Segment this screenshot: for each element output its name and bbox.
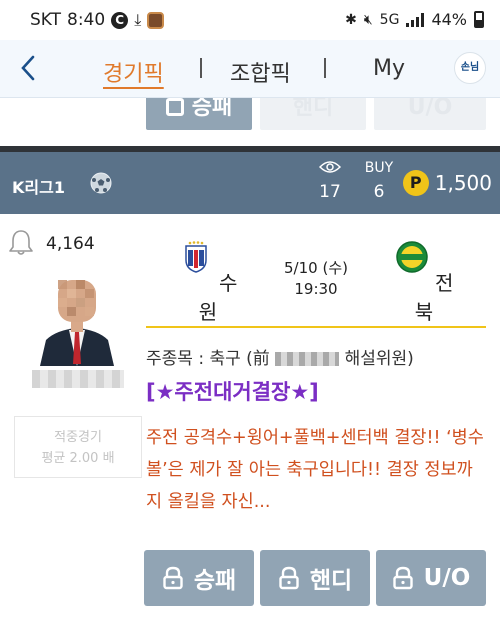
like-count: 4,164: [46, 234, 95, 254]
views-count: 17: [319, 182, 341, 202]
eye-icon: [310, 160, 350, 180]
handicap-label: 핸디: [309, 568, 353, 594]
league-label: K리그1: [12, 178, 65, 197]
status-right: ✱ 🔇︎ 5G 44%: [345, 10, 484, 29]
card-header: K리그1 17 BUY 6 P 1,500: [0, 152, 500, 214]
away-team: 전북: [394, 240, 454, 325]
lock-icon: [392, 566, 413, 590]
tab-my[interactable]: My: [373, 56, 405, 81]
bluetooth-icon: ✱: [345, 11, 357, 28]
hit-rate-label: 적중경기: [54, 430, 102, 445]
win-lose-label: 승패: [193, 568, 237, 594]
lock-icon: [163, 566, 183, 590]
prev-button-label: U/O: [407, 98, 453, 120]
tipster-avatar[interactable]: [36, 266, 118, 366]
signal-icon: [406, 12, 425, 27]
carrier-label: SKT: [30, 10, 62, 30]
mute-icon: 🔇︎: [363, 11, 373, 28]
tab-game-pick[interactable]: 경기픽: [103, 56, 164, 88]
tab-separator: [324, 58, 326, 78]
match-datetime: 5/10 (수) 19:30: [276, 258, 356, 300]
top-nav: 경기픽 조합픽 My 손님: [0, 40, 500, 98]
category-prefix: 주종목 : 축구 (前: [146, 349, 276, 369]
lock-icon: [279, 566, 299, 590]
network-type: 5G: [379, 11, 400, 28]
price: P 1,500: [402, 170, 492, 196]
bell-icon[interactable]: [8, 228, 34, 256]
over-under-button[interactable]: U/O: [376, 550, 486, 606]
over-under-label: U/O: [423, 565, 471, 591]
match-date: 5/10 (수): [284, 259, 348, 277]
tipster-name-blurred: [32, 370, 124, 388]
status-left: SKT 8:40 C ⤓: [30, 10, 165, 30]
prev-button-label: 핸디: [292, 98, 334, 120]
home-team: 수원: [178, 240, 238, 325]
away-team-emblem: [395, 241, 428, 273]
hit-rate-value: 평균 2.00 배: [41, 451, 115, 466]
point-coin-icon: P: [402, 170, 429, 196]
blurred-name: [275, 352, 340, 366]
price-value: 1,500: [434, 171, 492, 195]
gold-separator: [146, 326, 486, 328]
buy-count: 6: [373, 182, 385, 202]
prev-handicap-button[interactable]: 핸디: [260, 98, 366, 130]
buy-label: BUY: [364, 160, 394, 176]
hit-rate-box: 적중경기 평균 2.00 배: [14, 416, 142, 478]
tab-separator: [200, 58, 202, 78]
previous-card-fragment: 승패 핸디 U/O: [0, 98, 500, 146]
clock: 8:40: [67, 10, 106, 30]
prev-over-under-button[interactable]: U/O: [374, 98, 486, 130]
soccer-ball-icon: [90, 172, 112, 194]
status-bar: SKT 8:40 C ⤓ ✱ 🔇︎ 5G 44%: [0, 0, 500, 40]
match-time: 19:30: [294, 280, 338, 298]
tab-combo-pick[interactable]: 조합픽: [230, 56, 291, 88]
download-icon: ⤓: [134, 10, 142, 29]
views-stat: 17: [310, 160, 350, 202]
battery-percent: 44%: [431, 10, 467, 29]
back-arrow-icon[interactable]: [14, 53, 44, 83]
battery-icon: [474, 11, 484, 28]
prev-button-label: 승패: [191, 98, 233, 120]
category-line: 주종목 : 축구 (前 해설위원): [146, 344, 414, 369]
pick-description[interactable]: 주전 공격수+윙어+풀백+센터백 결장!! ‘병수볼’은 제가 잘 아는 축구입…: [146, 422, 486, 518]
c-notification-icon: C: [111, 11, 129, 29]
lock-icon: [165, 98, 184, 116]
guest-avatar[interactable]: 손님: [454, 52, 486, 84]
pick-headline[interactable]: [★주전대거결장★]: [146, 376, 319, 406]
buy-stat: BUY 6: [359, 160, 399, 202]
away-team-name: 전북: [414, 271, 454, 324]
category-suffix: 해설위원): [339, 349, 414, 369]
prev-win-lose-button[interactable]: 승패: [146, 98, 252, 130]
home-team-emblem: [184, 241, 207, 273]
handicap-button[interactable]: 핸디: [260, 550, 370, 606]
home-team-name: 수원: [198, 271, 238, 324]
app-notification-icon: [147, 11, 165, 29]
win-lose-button[interactable]: 승패: [144, 550, 254, 606]
